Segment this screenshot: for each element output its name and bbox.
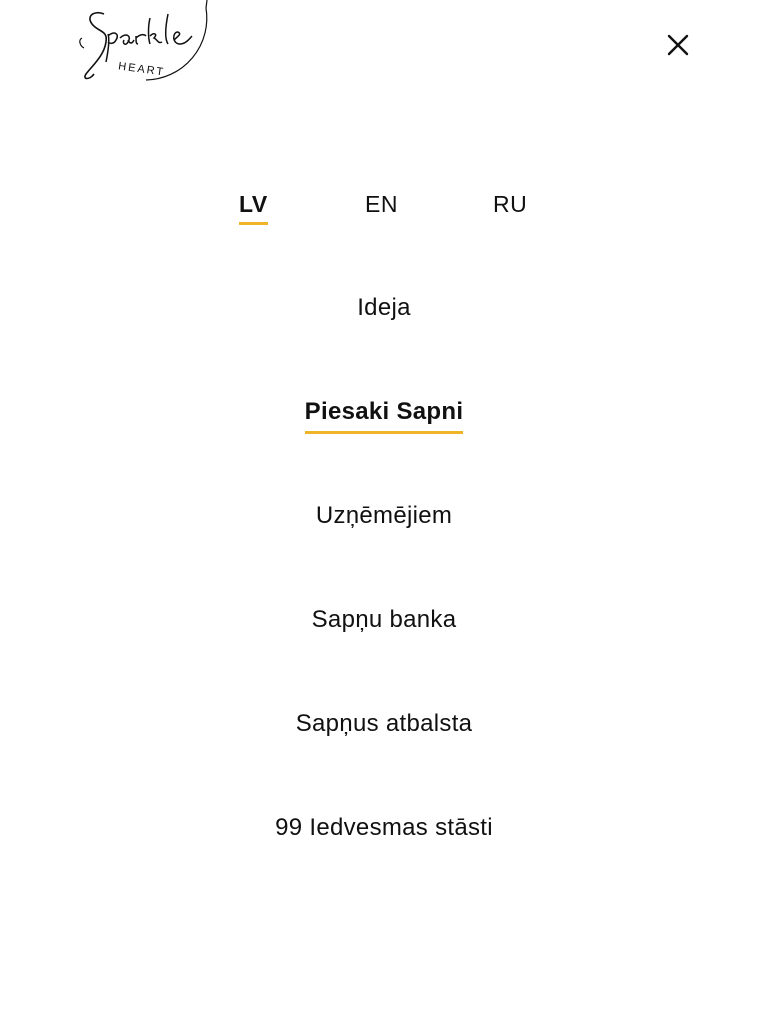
menu-link-sapnu-banka[interactable]: Sapņu banka bbox=[312, 602, 457, 639]
svg-text:HEART: HEART bbox=[117, 60, 165, 78]
menu-link-sapnus-atbalsta[interactable]: Sapņus atbalsta bbox=[296, 706, 473, 743]
menu-link-piesaki-sapni[interactable]: Piesaki Sapni bbox=[304, 394, 464, 434]
menu-item-uznemejiem: Uzņēmējiem bbox=[0, 498, 768, 602]
menu-item-sapnus-atbalsta: Sapņus atbalsta bbox=[0, 706, 768, 810]
menu-item-sapnu-banka: Sapņu banka bbox=[0, 602, 768, 706]
mobile-menu-overlay: HEART LV EN RU Ideja Piesaki Sapni Uzņēm… bbox=[0, 0, 768, 1024]
language-switcher: LV EN RU bbox=[0, 188, 768, 228]
close-button[interactable] bbox=[662, 29, 694, 61]
language-lv[interactable]: LV bbox=[239, 188, 268, 225]
menu-link-ideja[interactable]: Ideja bbox=[357, 290, 411, 327]
menu-link-uznemejiem[interactable]: Uzņēmējiem bbox=[316, 498, 452, 535]
close-icon bbox=[667, 34, 689, 56]
main-menu: Ideja Piesaki Sapni Uzņēmējiem Sapņu ban… bbox=[0, 290, 768, 914]
menu-item-piesaki-sapni: Piesaki Sapni bbox=[0, 394, 768, 498]
language-ru[interactable]: RU bbox=[493, 188, 527, 222]
language-en[interactable]: EN bbox=[365, 188, 398, 222]
menu-item-iedvesmas-stasti: 99 Iedvesmas stāsti bbox=[0, 810, 768, 914]
sparkle-heart-logo[interactable]: HEART bbox=[78, 0, 210, 82]
menu-link-iedvesmas-stasti[interactable]: 99 Iedvesmas stāsti bbox=[275, 810, 493, 847]
menu-item-ideja: Ideja bbox=[0, 290, 768, 394]
